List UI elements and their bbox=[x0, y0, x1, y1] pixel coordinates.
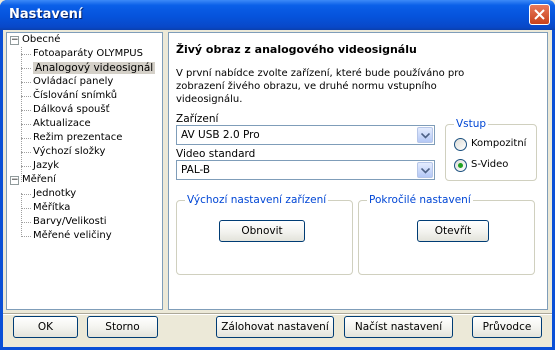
title-bar[interactable]: Nastavení bbox=[0, 0, 555, 30]
radio-svideo[interactable] bbox=[454, 159, 467, 172]
panel-heading: Živý obraz z analogového videosignálu bbox=[176, 43, 417, 56]
radio-composite[interactable] bbox=[454, 138, 467, 151]
settings-window: Nastavení − Obecné Fotoaparáty OLYMPUS A… bbox=[0, 0, 555, 350]
panel-description: V první nabídce zvolte zařízení, které b… bbox=[176, 68, 465, 105]
video-standard-value: PAL-B bbox=[181, 164, 211, 176]
tree-item-remote-shutter[interactable]: Dálková spoušť bbox=[33, 103, 110, 117]
cancel-button[interactable]: Storno bbox=[87, 316, 158, 338]
video-standard-dropdown-button[interactable] bbox=[417, 162, 433, 178]
close-button[interactable] bbox=[529, 4, 550, 25]
open-advanced-button[interactable]: Otevřít bbox=[417, 220, 489, 242]
defaults-group: Výchozí nastavení zařízení Obnovit bbox=[176, 194, 353, 275]
dialog-body: − Obecné Fotoaparáty OLYMPUS Analogový v… bbox=[3, 30, 552, 347]
tree-item-default-folders[interactable]: Výchozí složky bbox=[33, 145, 105, 159]
settings-panel: Živý obraz z analogového videosignálu V … bbox=[168, 32, 548, 310]
radio-selected-dot bbox=[458, 163, 463, 168]
settings-tree[interactable]: − Obecné Fotoaparáty OLYMPUS Analogový v… bbox=[6, 32, 163, 310]
footer-separator bbox=[3, 313, 552, 315]
video-standard-label: Video standard bbox=[176, 148, 256, 160]
load-settings-button[interactable]: Načíst nastavení bbox=[344, 316, 453, 338]
radio-composite-label: Kompozitní bbox=[471, 138, 527, 149]
device-label: Zařízení bbox=[176, 113, 219, 125]
tree-item-scales[interactable]: Měřítka bbox=[33, 201, 70, 215]
tree-item-language[interactable]: Jazyk bbox=[33, 159, 59, 173]
tree-item-image-numbering[interactable]: Číslování snímků bbox=[33, 89, 117, 103]
device-select-value: AV USB 2.0 Pro bbox=[181, 129, 260, 141]
advanced-group-title: Pokročilé nastavení bbox=[367, 194, 473, 206]
tree-item-analog-video[interactable]: Analogový videosignál bbox=[33, 61, 156, 75]
device-select[interactable]: AV USB 2.0 Pro bbox=[176, 125, 435, 145]
tree-item-control-panels[interactable]: Ovládací panely bbox=[33, 75, 113, 89]
tree-item-presentation-mode[interactable]: Režim prezentace bbox=[33, 131, 122, 145]
tree-group-mereni[interactable]: Měření bbox=[22, 173, 56, 187]
tree-item-measured-quantities[interactable]: Měřené veličiny bbox=[33, 229, 112, 243]
tree-item-colors-sizes[interactable]: Barvy/Velikosti bbox=[33, 215, 107, 229]
tree-item-olympus-cameras[interactable]: Fotoaparáty OLYMPUS bbox=[33, 47, 143, 61]
collapse-obecne-icon[interactable]: − bbox=[10, 36, 19, 45]
close-icon bbox=[534, 9, 545, 20]
input-group-title: Vstup bbox=[454, 118, 489, 130]
defaults-group-title: Výchozí nastavení zařízení bbox=[185, 194, 329, 206]
ok-button[interactable]: OK bbox=[13, 316, 78, 338]
chevron-down-icon bbox=[421, 168, 430, 174]
backup-settings-button[interactable]: Zálohovat nastavení bbox=[216, 316, 334, 338]
advanced-group: Pokročilé nastavení Otevřít bbox=[358, 194, 535, 275]
input-group: Vstup Kompozitní S-Video bbox=[445, 118, 537, 181]
tree-item-units[interactable]: Jednotky bbox=[33, 187, 76, 201]
video-standard-select[interactable]: PAL-B bbox=[176, 160, 435, 180]
chevron-down-icon bbox=[421, 133, 430, 139]
restore-button[interactable]: Obnovit bbox=[219, 220, 305, 242]
wizard-button[interactable]: Průvodce bbox=[472, 316, 542, 338]
radio-svideo-label: S-Video bbox=[471, 159, 509, 170]
collapse-mereni-icon[interactable]: − bbox=[10, 176, 19, 185]
device-dropdown-button[interactable] bbox=[417, 127, 433, 143]
window-title: Nastavení bbox=[9, 7, 83, 22]
tree-group-obecne[interactable]: Obecné bbox=[22, 33, 60, 47]
tree-item-updates[interactable]: Aktualizace bbox=[33, 117, 91, 131]
